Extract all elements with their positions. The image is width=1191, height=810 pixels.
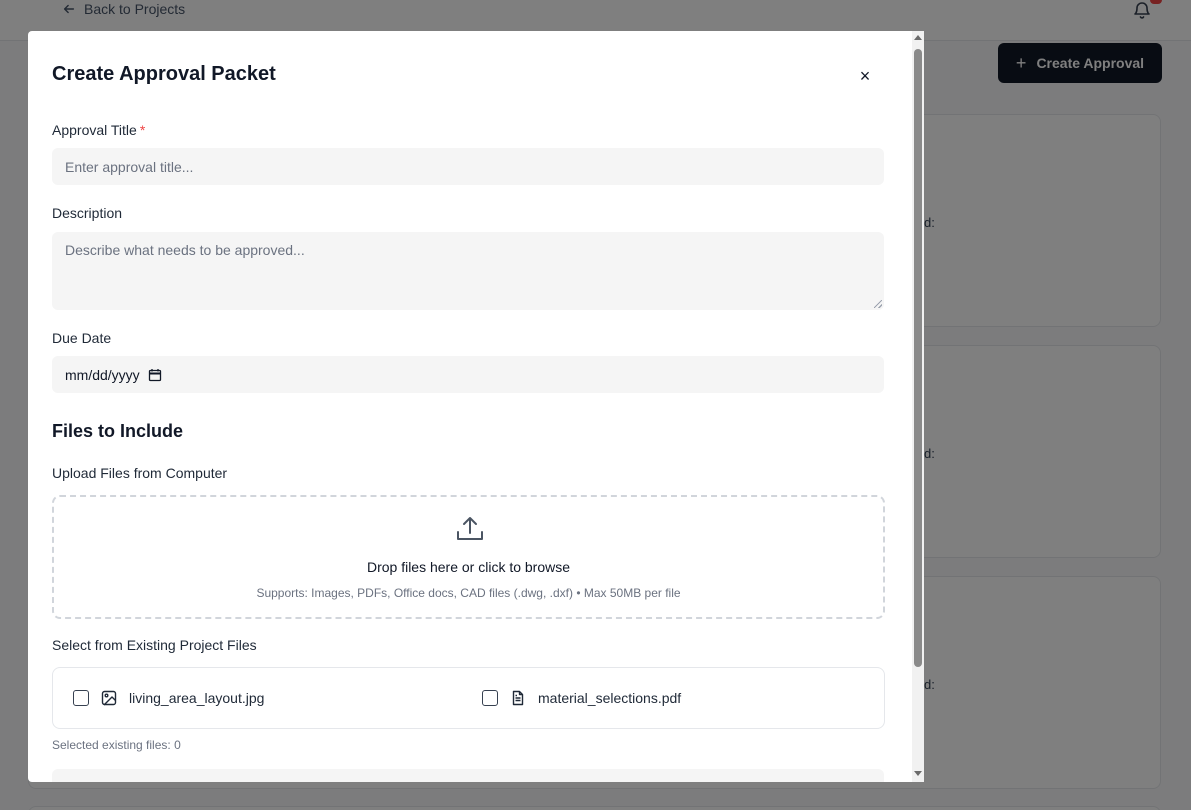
file-checkbox[interactable] xyxy=(482,690,498,706)
calendar-icon[interactable] xyxy=(148,368,162,382)
modal-content: Create Approval Packet × Approval Title *… xyxy=(28,31,912,782)
image-icon xyxy=(101,690,117,706)
file-checkbox[interactable] xyxy=(73,690,89,706)
file-name: living_area_layout.jpg xyxy=(129,690,265,706)
scroll-down-icon[interactable] xyxy=(914,771,922,776)
create-approval-modal: Create Approval Packet × Approval Title *… xyxy=(28,31,924,782)
description-placeholder: Describe what needs to be approved... xyxy=(65,242,305,258)
approval-title-label-text: Approval Title xyxy=(52,122,137,138)
due-date-label: Due Date xyxy=(52,330,112,346)
resize-grip-icon[interactable] xyxy=(874,300,882,308)
approval-title-input[interactable]: Enter approval title... xyxy=(52,148,884,185)
file-name: material_selections.pdf xyxy=(538,690,682,706)
next-field-partial xyxy=(52,769,884,782)
list-item[interactable]: material_selections.pdf xyxy=(482,668,681,728)
required-marker: * xyxy=(139,122,146,138)
due-date-input[interactable]: mm/dd/yyyy xyxy=(52,356,884,393)
approval-title-placeholder: Enter approval title... xyxy=(65,158,194,175)
files-section-title: Files to Include xyxy=(52,421,184,441)
existing-files-list: living_area_layout.jpg material_selectio… xyxy=(52,667,885,729)
modal-title: Create Approval Packet xyxy=(52,63,276,85)
scroll-up-icon[interactable] xyxy=(914,35,922,40)
dropzone-sub-text: Supports: Images, PDFs, Office docs, CAD… xyxy=(256,586,681,600)
upload-icon xyxy=(457,517,483,540)
upload-files-label: Upload Files from Computer xyxy=(52,465,228,481)
file-dropzone[interactable]: Drop files here or click to browse Suppo… xyxy=(52,495,885,619)
description-label: Description xyxy=(52,205,123,221)
selected-files-count: Selected existing files: 0 xyxy=(52,738,181,752)
dropzone-main-text: Drop files here or click to browse xyxy=(366,559,571,575)
description-textarea[interactable]: Describe what needs to be approved... xyxy=(52,232,884,310)
file-text-icon xyxy=(512,690,524,706)
approval-title-label: Approval Title * xyxy=(52,122,145,138)
list-item[interactable]: living_area_layout.jpg xyxy=(73,668,264,728)
modal-scrollbar[interactable] xyxy=(912,31,924,782)
close-icon[interactable]: × xyxy=(854,65,876,87)
existing-files-label: Select from Existing Project Files xyxy=(52,637,257,653)
due-date-value: mm/dd/yyyy xyxy=(65,366,140,383)
scrollbar-thumb[interactable] xyxy=(914,49,922,667)
